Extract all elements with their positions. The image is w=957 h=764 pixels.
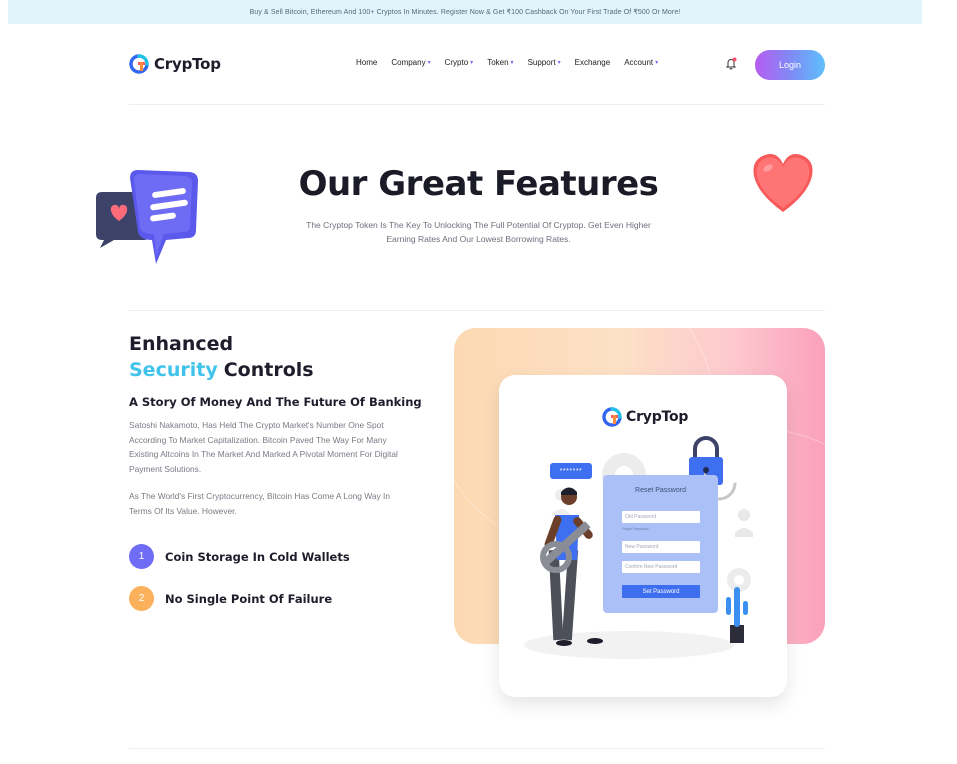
- feature-heading: A Story Of Money And The Future Of Banki…: [129, 395, 422, 409]
- nav-item-crypto[interactable]: Crypto ▾: [445, 58, 474, 67]
- old-password-field: Old Password: [622, 511, 700, 523]
- chevron-down-icon: ▾: [470, 60, 474, 66]
- confirm-password-field: Confirm New Password: [622, 561, 700, 573]
- feature-title-rest: Controls: [223, 359, 314, 381]
- feature-bullet: 1 Coin Storage In Cold Wallets: [129, 544, 350, 569]
- new-password-field: New Password: [622, 541, 700, 553]
- form-title: Reset Password: [635, 487, 686, 494]
- feature-title-accent: Security: [129, 359, 218, 381]
- chevron-down-icon: ▾: [557, 60, 561, 66]
- chevron-down-icon: ▾: [427, 60, 431, 66]
- feature-title-line1: Enhanced: [129, 333, 234, 355]
- nav-item-exchange[interactable]: Exchange: [575, 58, 611, 67]
- nav-item-account[interactable]: Account ▾: [624, 58, 658, 67]
- nav-item-company[interactable]: Company ▾: [391, 58, 430, 67]
- nav-item-token[interactable]: Token ▾: [487, 58, 513, 67]
- nav-item-label: Token: [487, 58, 509, 67]
- brand-logo[interactable]: CrypTop: [129, 54, 221, 74]
- heart-icon: [753, 154, 813, 212]
- bullet-number: 1: [129, 544, 154, 569]
- set-password-button: Set Password: [622, 585, 700, 598]
- nav-item-label: Company: [391, 58, 426, 67]
- chevron-down-icon: ▾: [655, 60, 659, 66]
- feature-paragraph-2: As The World's First Cryptocurrency, Bit…: [129, 491, 391, 516]
- site-header: CrypTop Home Company ▾ Crypto ▾ Token ▾ …: [129, 50, 825, 80]
- footer-divider: [129, 748, 825, 749]
- announcement-text: Buy & Sell Bitcoin, Ethereum And 100+ Cr…: [249, 9, 681, 16]
- nav-item-label: Crypto: [444, 58, 469, 67]
- illustration-card: CrypTop ******* Reset Password Old Passw…: [499, 375, 787, 697]
- nav-item-label: Home: [356, 58, 378, 67]
- announcement-bar: Buy & Sell Bitcoin, Ethereum And 100+ Cr…: [8, 0, 922, 24]
- bullet-label: No Single Point Of Failure: [165, 591, 333, 606]
- section-divider: [129, 310, 825, 311]
- hero-subtitle: The Cryptop Token Is The Key To Unlockin…: [306, 220, 651, 244]
- header-divider: [129, 104, 825, 105]
- nav-item-label: Account: [624, 58, 654, 67]
- bullet-number: 2: [129, 586, 154, 611]
- bell-icon[interactable]: [724, 56, 738, 70]
- nav-item-support[interactable]: Support ▾: [528, 58, 561, 67]
- brand-logo-icon: [129, 54, 149, 74]
- password-bubble: *******: [550, 463, 592, 479]
- feature-paragraph-1: Satoshi Nakamoto, Has Held The Crypto Ma…: [129, 420, 398, 474]
- login-button[interactable]: Login: [755, 50, 825, 80]
- nav-item-home[interactable]: Home: [356, 58, 377, 67]
- chevron-down-icon: ▾: [510, 60, 514, 66]
- reset-password-form: Reset Password Old Password Forgot Passw…: [603, 475, 718, 613]
- main-nav: Home Company ▾ Crypto ▾ Token ▾ Support …: [356, 58, 672, 67]
- feature-bullet: 2 No Single Point Of Failure: [129, 586, 332, 611]
- feature-title: Enhanced Security Controls: [129, 331, 314, 383]
- nav-item-label: Support: [527, 58, 556, 67]
- bullet-label: Coin Storage In Cold Wallets: [165, 549, 350, 564]
- brand-name: CrypTop: [154, 55, 221, 73]
- nav-item-label: Exchange: [574, 58, 611, 67]
- forgot-password-hint: Forgot Password: [622, 527, 649, 531]
